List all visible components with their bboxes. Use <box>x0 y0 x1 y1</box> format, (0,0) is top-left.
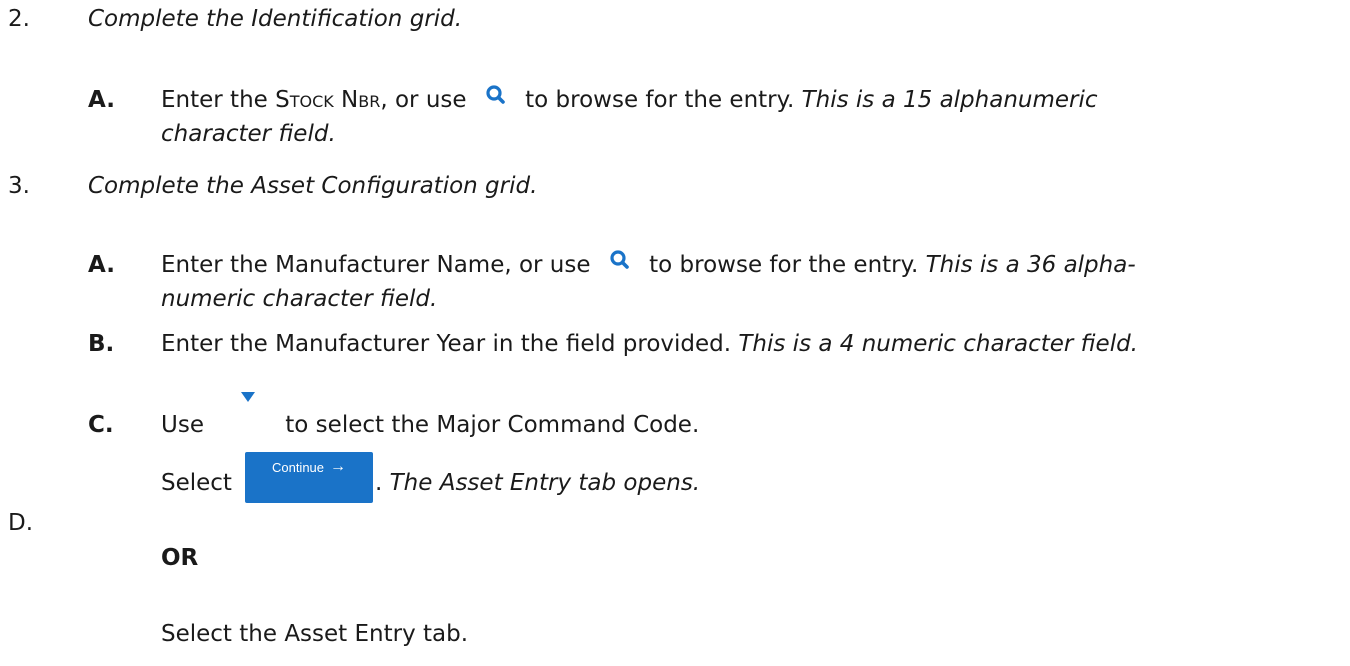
field-name: Stock Nbr <box>275 87 381 113</box>
field-note: This is a 36 alpha- <box>925 252 1136 278</box>
substep-letter: A. <box>88 252 115 278</box>
or-label: OR <box>161 545 199 571</box>
step-number: 2. <box>8 6 30 32</box>
substep-letter: C. <box>88 412 114 438</box>
arrow-right-icon: → <box>330 458 347 475</box>
text-fragment: Enter the Manufacturer Name, or use <box>161 252 598 278</box>
text-fragment: , or use <box>380 87 474 113</box>
text-fragment: to browse for the entry. <box>641 252 926 278</box>
substep-letter: A. <box>88 87 115 113</box>
result-note: The Asset Entry tab opens. <box>389 470 701 496</box>
alternative-step: Select the Asset Entry tab. <box>161 621 469 647</box>
substep-text: Enter the Manufacturer Name, or use to b… <box>161 248 1136 316</box>
substep-text: . The Asset Entry tab opens. <box>375 470 700 496</box>
select-label: Select <box>161 470 232 496</box>
substep-text: Enter the Stock Nbr, or use to browse fo… <box>161 83 1098 151</box>
text-fragment: to select the Major Command Code. <box>285 412 700 438</box>
text-fragment: Use <box>161 412 212 438</box>
text-fragment: to browse for the entry. <box>517 87 802 113</box>
substep-text: Enter the Manufacturer Year in the field… <box>161 327 1138 361</box>
substep-text: Use to select the Major Command Code. <box>161 392 700 442</box>
continue-button[interactable]: Continue → <box>245 452 373 503</box>
text-fragment: . <box>375 470 390 496</box>
field-note: This is a 4 numeric character field. <box>738 331 1138 357</box>
field-note: This is a 15 alphanumeric <box>801 87 1098 113</box>
step-number: 3. <box>8 173 30 199</box>
text-fragment: Enter the <box>161 87 276 113</box>
step-title: Complete the Identification grid. <box>88 6 463 32</box>
dropdown-triangle-icon <box>211 392 285 434</box>
search-icon <box>476 85 516 109</box>
step-title: Complete the Asset Configuration grid. <box>88 173 538 199</box>
text-fragment: Enter the Manufacturer Year in the field… <box>161 331 739 357</box>
field-note: numeric character field. <box>161 286 438 312</box>
substep-letter: B. <box>88 331 115 357</box>
search-icon <box>600 250 640 274</box>
field-note: character field. <box>161 121 336 147</box>
continue-button-label: Continue <box>271 460 325 475</box>
substep-letter: D. <box>8 510 34 536</box>
